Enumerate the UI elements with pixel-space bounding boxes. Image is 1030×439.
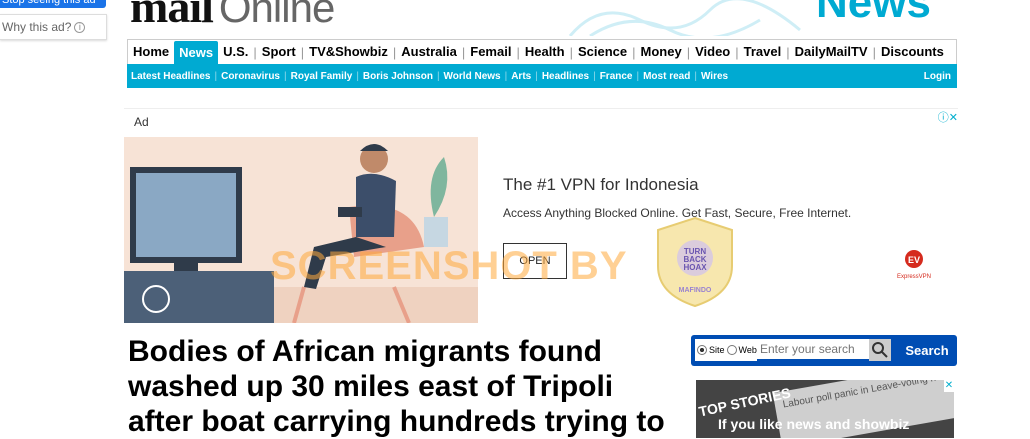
subnav-item-headlines[interactable]: Headlines bbox=[538, 71, 593, 82]
nav-item-science[interactable]: Science bbox=[573, 42, 632, 62]
search-scope: Site Web bbox=[695, 339, 757, 361]
nav-item-video[interactable]: Video bbox=[690, 42, 735, 62]
nav-item-tv-showbiz[interactable]: TV&Showbiz bbox=[304, 42, 393, 62]
watermark-text: SCREENSHOT BY bbox=[270, 244, 628, 288]
info-icon: i bbox=[74, 22, 86, 33]
stop-seeing-ad-button[interactable]: Stop seeing this ad bbox=[0, 0, 106, 8]
logo-main: mail bbox=[130, 0, 214, 32]
site-radio[interactable] bbox=[697, 345, 707, 355]
subnav-item-boris-johnson[interactable]: Boris Johnson bbox=[359, 71, 437, 82]
ad-illustration bbox=[124, 137, 478, 323]
nav-item-femail[interactable]: Femail bbox=[465, 42, 516, 62]
nav-item-travel[interactable]: Travel bbox=[739, 42, 787, 62]
top-stories-promo[interactable]: Labour poll panic in Leave-voting h TOP … bbox=[696, 380, 954, 438]
ad-title[interactable]: The #1 VPN for Indonesia bbox=[503, 175, 699, 195]
svg-text:EV: EV bbox=[908, 255, 920, 265]
ad-choices-panel: Stop seeing this ad Why this ad? i bbox=[0, 0, 108, 40]
ad-image[interactable] bbox=[124, 137, 478, 323]
mafindo-seal-icon: TURN BACK HOAX MAFINDO bbox=[657, 216, 733, 308]
header-decoration bbox=[568, 0, 801, 36]
nav-item-money[interactable]: Money bbox=[636, 42, 687, 62]
svg-text:MAFINDO: MAFINDO bbox=[679, 287, 712, 294]
expressvpn-icon: EV bbox=[905, 250, 923, 268]
web-radio[interactable] bbox=[726, 345, 737, 355]
secondary-nav: Latest Headlines | Coronavirus | Royal Famil… bbox=[127, 64, 957, 88]
ad-options-icon[interactable]: ⓘ✕ bbox=[938, 109, 958, 125]
nav-item-australia[interactable]: Australia bbox=[396, 42, 462, 62]
search-input[interactable] bbox=[757, 339, 871, 359]
search-icon[interactable] bbox=[869, 339, 891, 361]
primary-nav: Home News U.S. | Sport | TV&Showbiz | Australia |… bbox=[127, 39, 957, 65]
search-button[interactable]: Search bbox=[897, 335, 957, 366]
why-this-ad-label: Why this ad? bbox=[2, 20, 72, 34]
login-link[interactable]: Login bbox=[920, 71, 957, 82]
logo-suffix: Online bbox=[218, 0, 335, 31]
article-headline[interactable]: Bodies of African migrants found washed … bbox=[128, 334, 668, 439]
site-logo[interactable]: mail Online bbox=[130, 0, 335, 33]
subnav-item-latest-headlines[interactable]: Latest Headlines bbox=[127, 71, 214, 82]
section-logo: News bbox=[816, 0, 931, 27]
ad-label: Ad bbox=[134, 115, 149, 129]
subnav-item-arts[interactable]: Arts bbox=[507, 71, 535, 82]
promo-text: If you like news and showbiz bbox=[718, 416, 910, 432]
svg-text:HOAX: HOAX bbox=[683, 263, 707, 272]
nav-item-dailymailtv[interactable]: DailyMailTV bbox=[790, 42, 873, 62]
subnav-item-world-news[interactable]: World News bbox=[440, 71, 505, 82]
subnav-item-royal-family[interactable]: Royal Family bbox=[287, 71, 357, 82]
expressvpn-logo[interactable]: EV ExpressVPN bbox=[894, 249, 934, 280]
subnav-item-wires[interactable]: Wires bbox=[697, 71, 732, 82]
nav-item-u-s-[interactable]: U.S. bbox=[218, 42, 253, 62]
nav-item-health[interactable]: Health bbox=[520, 42, 570, 62]
nav-item-discounts[interactable]: Discounts bbox=[876, 42, 949, 62]
why-this-ad-link[interactable]: Why this ad? i bbox=[0, 14, 107, 40]
site-radio-label: Site bbox=[709, 345, 725, 355]
expressvpn-label: ExpressVPN bbox=[896, 274, 931, 280]
subnav-item-most-read[interactable]: Most read bbox=[639, 71, 694, 82]
subnav-item-france[interactable]: France bbox=[596, 71, 637, 82]
nav-item-home[interactable]: Home bbox=[128, 42, 174, 62]
ad-banner[interactable]: Ad ⓘ✕ The #1 VPN for Indonesia Access An… bbox=[124, 108, 958, 323]
nav-item-sport[interactable]: Sport bbox=[257, 42, 301, 62]
subnav-item-coronavirus[interactable]: Coronavirus bbox=[217, 71, 284, 82]
web-radio-label: Web bbox=[738, 345, 757, 355]
search-box: Site Web Search bbox=[691, 335, 957, 366]
close-icon[interactable]: ✕ bbox=[944, 380, 954, 392]
nav-item-news[interactable]: News bbox=[174, 41, 219, 65]
